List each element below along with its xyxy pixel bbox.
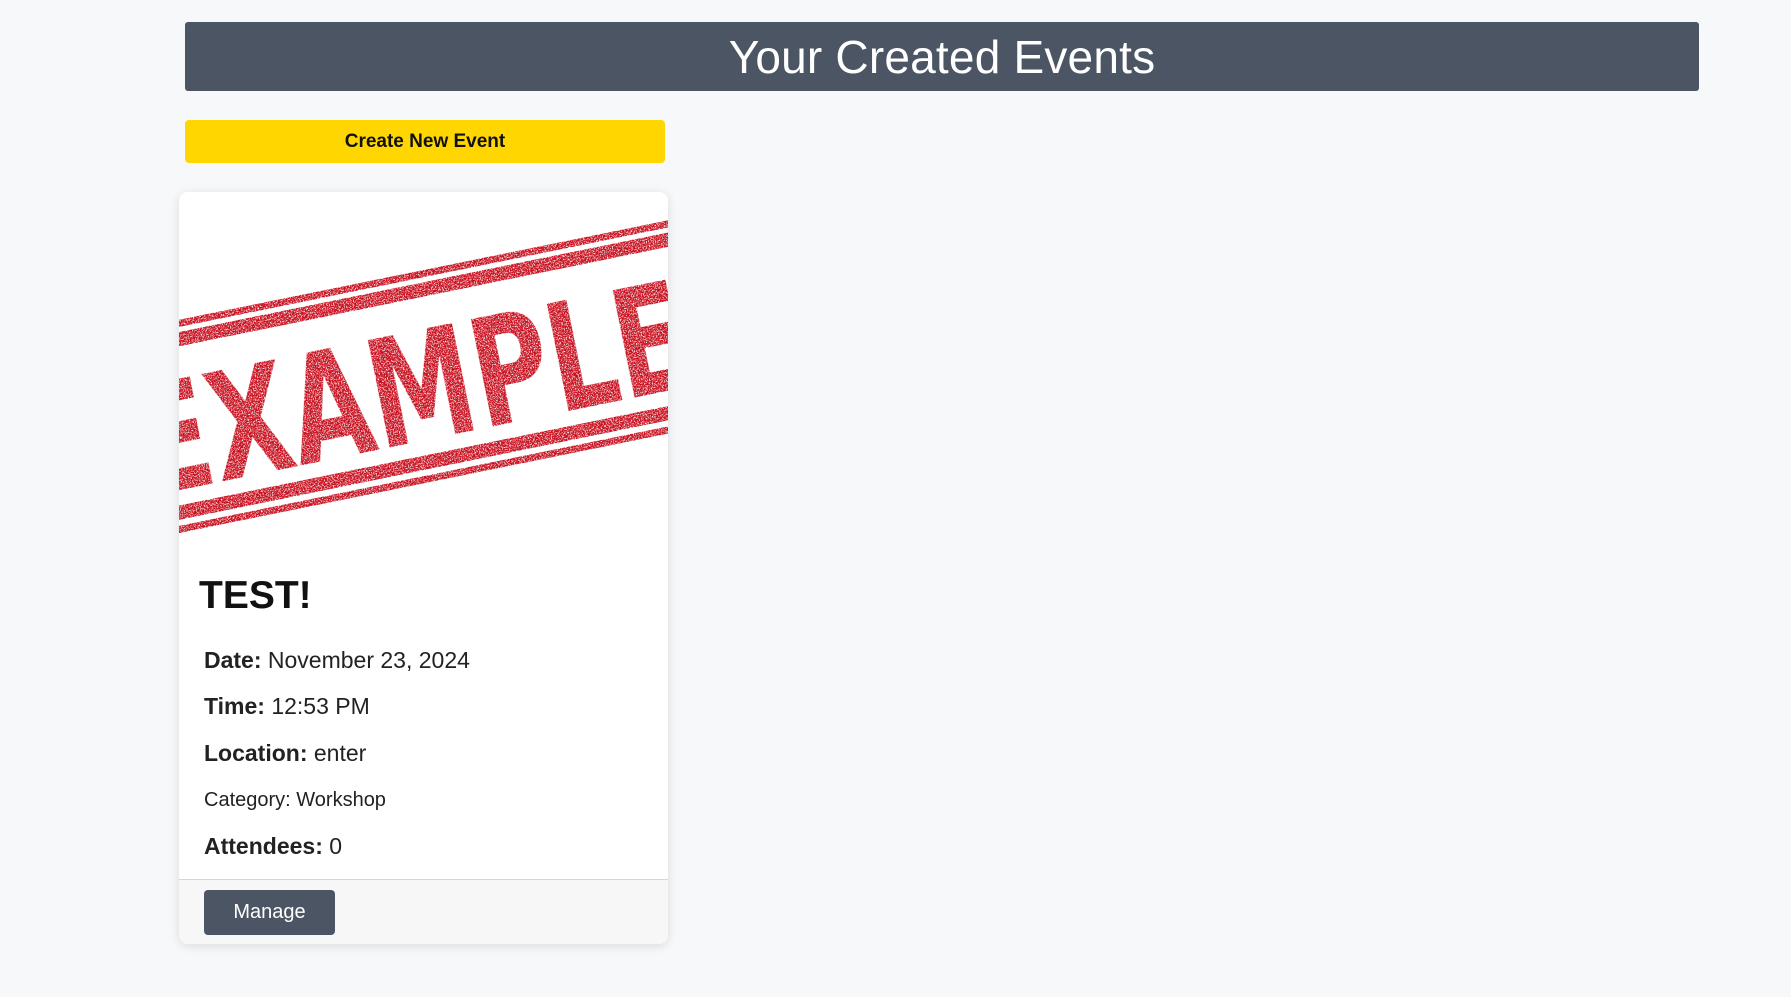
event-image: EXAMPLE [179, 192, 668, 548]
manage-button[interactable]: Manage [204, 890, 335, 935]
event-card: EXAMPLE TEST! Date: November 23, 2024 Ti… [179, 192, 668, 944]
event-time-label: Time: [204, 693, 265, 719]
event-location-label: Location: [204, 740, 308, 766]
page-header: Your Created Events [185, 22, 1699, 91]
event-attendees-label: Attendees: [204, 833, 323, 859]
event-location-value: enter [313, 740, 367, 766]
event-title: TEST! [199, 574, 312, 617]
event-card-footer: Manage [179, 879, 668, 944]
create-new-event-button[interactable]: Create New Event [185, 120, 665, 163]
page-title: Your Created Events [728, 30, 1156, 83]
event-date: Date: November 23, 2024 [204, 649, 470, 672]
example-stamp-image: EXAMPLE [179, 207, 668, 544]
event-category: Category: Workshop [204, 789, 386, 811]
event-attendees: Attendees: 0 [204, 835, 342, 858]
event-time: Time: 12:53 PM [204, 695, 370, 718]
event-attendees-value: 0 [329, 833, 343, 859]
event-date-value: November 23, 2024 [267, 647, 470, 673]
event-date-label: Date: [204, 647, 262, 673]
event-location: Location: enter [204, 742, 366, 765]
event-time-value: 12:53 PM [271, 693, 370, 719]
